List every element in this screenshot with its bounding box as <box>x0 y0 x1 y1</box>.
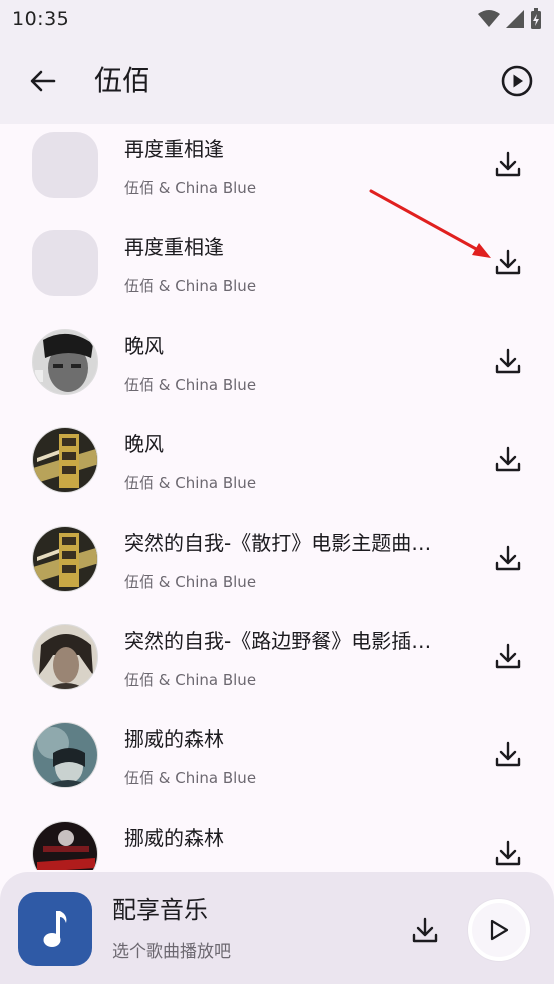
song-list[interactable]: 再度重相逢 伍佰 & China Blue 再度重相逢 伍佰 & China Blue… <box>0 124 554 870</box>
song-cover <box>32 722 98 789</box>
song-title: 挪威的森林 <box>124 825 224 850</box>
download-icon <box>495 545 521 570</box>
song-cover <box>32 525 98 592</box>
song-cover <box>32 623 98 690</box>
song-row[interactable]: 晚风伍佰 & China Blue <box>0 411 554 509</box>
song-title: 挪威的森林 <box>124 727 224 752</box>
song-cover <box>32 230 98 297</box>
download-button[interactable] <box>490 242 526 282</box>
song-title: 晚风 <box>124 432 164 457</box>
song-artist: 伍佰 & China Blue <box>124 769 257 788</box>
page-title: 伍佰 <box>94 64 151 97</box>
song-row[interactable]: 突然的自我-《散打》电影主题曲… 伍佰 & China Blue <box>0 510 554 608</box>
download-icon <box>495 742 521 767</box>
song-row[interactable]: 挪威的森林 <box>0 805 554 870</box>
song-cover <box>32 427 98 494</box>
song-title: 再度重相逢 <box>124 137 224 161</box>
app-bar: 伍佰 <box>0 38 554 124</box>
song-title: 突然的自我-《散打》电影主题曲… <box>124 530 432 555</box>
song-row[interactable]: 突然的自我-《路边野餐》电影插… 伍佰 & China Blue <box>0 608 554 706</box>
song-row[interactable]: 再度重相逢伍佰 & China Blue <box>0 214 554 312</box>
download-button[interactable] <box>490 341 526 381</box>
download-icon <box>495 250 521 275</box>
back-button[interactable] <box>22 60 64 102</box>
status-time: 10:35 <box>12 8 70 30</box>
signal-icon <box>506 10 524 28</box>
song-row[interactable]: 晚风伍佰 & China Blue <box>0 313 554 411</box>
mini-player[interactable]: 配享音乐 选个歌曲播放吧 <box>0 872 554 984</box>
arrow-left-icon <box>30 70 56 92</box>
download-button[interactable] <box>490 538 526 578</box>
download-icon <box>495 643 521 669</box>
player-title: 配享音乐 <box>112 896 208 924</box>
song-title: 再度重相逢 <box>124 235 224 260</box>
song-artist: 伍佰 & China Blue <box>124 277 257 296</box>
download-button[interactable] <box>490 636 526 676</box>
download-button[interactable] <box>490 734 526 774</box>
song-artist: 伍佰 & China Blue <box>124 670 257 689</box>
song-artist: 伍佰 & China Blue <box>124 375 257 394</box>
play-icon <box>490 919 509 941</box>
song-artist: 伍佰 & China Blue <box>124 179 257 197</box>
download-icon <box>412 917 438 943</box>
download-icon <box>495 151 521 177</box>
download-button[interactable] <box>490 439 526 479</box>
song-cover <box>32 132 98 198</box>
player-play-button[interactable] <box>468 899 530 961</box>
song-title: 突然的自我-《路边野餐》电影插… <box>124 628 432 653</box>
song-cover <box>32 820 98 870</box>
download-button[interactable] <box>490 144 526 184</box>
player-cover <box>18 892 92 966</box>
song-list-inner: 再度重相逢 伍佰 & China Blue 再度重相逢 伍佰 & China Blue… <box>0 124 554 870</box>
song-artist: 伍佰 & China Blue <box>124 474 257 493</box>
player-subtitle: 选个歌曲播放吧 <box>112 942 231 962</box>
play-circle-icon <box>501 65 533 97</box>
status-bar: 10:35 <box>0 0 554 38</box>
song-cover <box>32 328 98 395</box>
download-icon <box>495 446 521 472</box>
song-row[interactable]: 挪威的森林伍佰 & China Blue <box>0 706 554 804</box>
download-icon <box>495 348 521 373</box>
status-icons <box>478 8 542 30</box>
download-icon <box>495 840 521 865</box>
song-row[interactable]: 再度重相逢伍佰 & China Blue <box>0 124 554 214</box>
play-all-button[interactable] <box>494 58 540 104</box>
download-button[interactable] <box>490 833 526 870</box>
wifi-icon <box>478 10 500 27</box>
player-download-button[interactable] <box>406 910 444 950</box>
music-note-icon <box>43 911 67 947</box>
song-title: 晚风 <box>124 333 164 358</box>
battery-icon <box>531 8 541 29</box>
song-artist: 伍佰 & China Blue <box>124 572 257 591</box>
